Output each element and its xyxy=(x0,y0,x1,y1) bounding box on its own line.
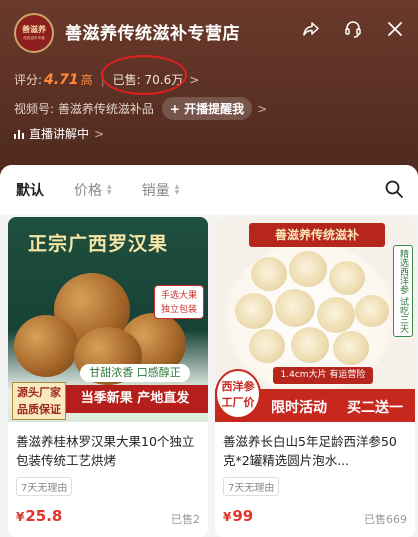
image-headline: 正宗广西罗汉果 xyxy=(28,233,169,255)
return-policy-tag: 7天无理由 xyxy=(223,477,280,496)
ginseng-slice xyxy=(289,251,327,287)
image-size-pill: 1.4cm大片 有运营险 xyxy=(273,367,373,384)
product-price: ¥25.8 xyxy=(16,507,62,525)
share-icon[interactable] xyxy=(300,18,322,40)
chevron-right-icon: > xyxy=(257,101,268,116)
ginseng-slice xyxy=(275,289,315,327)
store-name[interactable]: 善滋养传统滋补专营店 xyxy=(65,19,240,44)
badge-line: 独立包装 xyxy=(160,305,197,315)
price-value: 99 xyxy=(232,507,254,525)
product-title[interactable]: 善滋养桂林罗汉果大果10个独立包装传统工艺烘烤 xyxy=(16,432,202,470)
live-bars-icon xyxy=(14,129,24,139)
promo-text: 买二送一 xyxy=(347,400,403,416)
store-logo[interactable]: 善滋养 传统滋补专营 xyxy=(14,13,54,53)
product-image[interactable]: 善滋养传统滋补 精选西洋参 试吃三天 1.4cm大片 有运营险 西洋参 工厂价 … xyxy=(215,217,415,422)
ginseng-slice xyxy=(251,257,287,291)
tab-price[interactable]: 价格 ▲ ▼ xyxy=(74,180,112,200)
currency-symbol: ¥ xyxy=(223,510,232,524)
tab-default[interactable]: 默认 xyxy=(16,180,44,200)
close-icon[interactable] xyxy=(384,18,406,40)
sort-arrows-icon: ▲ ▼ xyxy=(174,183,180,196)
sort-arrows-icon: ▲ ▼ xyxy=(107,183,112,196)
tab-sales[interactable]: 销量 ▲ ▼ xyxy=(142,180,180,200)
header-actions xyxy=(300,18,406,40)
promo-text: 限时活动 xyxy=(271,400,327,416)
image-corner-badge: 源头厂家 品质保证 xyxy=(12,382,66,420)
product-sold-count: 已售2 xyxy=(171,513,200,526)
ginseng-slice xyxy=(291,327,329,363)
annotation-circle xyxy=(101,55,187,95)
image-side-tag: 精选西洋参 试吃三天 xyxy=(393,245,413,337)
ginseng-slice xyxy=(235,293,273,329)
chevron-right-icon: > xyxy=(189,72,200,87)
ginseng-slice xyxy=(317,297,355,333)
badge-line: 工厂价 xyxy=(221,396,255,409)
channel-row: 视频号: 善滋养传统滋补品 + 开播提醒我 > xyxy=(14,97,267,120)
ginseng-slice xyxy=(329,261,365,295)
ginseng-slice xyxy=(355,295,389,327)
product-card[interactable]: 善滋养传统滋补 精选西洋参 试吃三天 1.4cm大片 有运营险 西洋参 工厂价 … xyxy=(215,217,415,537)
currency-symbol: ¥ xyxy=(16,510,25,524)
badge-line: 手选大果 xyxy=(160,291,197,301)
live-label: 直播讲解中 xyxy=(29,127,90,141)
sort-tabs: 默认 价格 ▲ ▼ 销量 ▲ ▼ xyxy=(0,165,418,215)
fruit-graphic xyxy=(14,315,78,377)
product-title[interactable]: 善滋养长白山5年足龄西洋参50克*2罐精选圆片泡水... xyxy=(223,432,409,470)
product-sold-count: 已售669 xyxy=(364,513,407,526)
image-banner: 当季新果 产地直发 xyxy=(62,385,208,413)
customer-service-icon[interactable] xyxy=(342,18,364,40)
product-price: ¥99 xyxy=(223,507,253,525)
image-price-badge: 西洋参 工厂价 xyxy=(215,369,261,419)
logo-subtext: 传统滋补专营 xyxy=(23,35,45,40)
chevron-right-icon: > xyxy=(94,126,105,141)
tab-label: 默认 xyxy=(16,183,44,199)
product-image[interactable]: 正宗广西罗汉果 手选大果 独立包装 甘甜浓香 口感醇正 当季新果 产地直发 源头… xyxy=(8,217,208,422)
corner-line: 品质保证 xyxy=(17,403,61,416)
rating-label: 评分: xyxy=(14,73,43,87)
channel-label[interactable]: 视频号: 善滋养传统滋补品 xyxy=(14,100,154,117)
return-policy-tag: 7天无理由 xyxy=(16,477,73,496)
rating-level: 高 xyxy=(80,73,93,87)
image-top-banner: 善滋养传统滋补 xyxy=(249,223,385,247)
price-value: 25.8 xyxy=(25,507,63,525)
live-remind-button[interactable]: + 开播提醒我 xyxy=(161,97,253,120)
search-icon[interactable] xyxy=(384,179,404,203)
product-card[interactable]: 正宗广西罗汉果 手选大果 独立包装 甘甜浓香 口感醇正 当季新果 产地直发 源头… xyxy=(8,217,208,537)
ginseng-slice xyxy=(249,329,285,363)
tab-label: 价格 xyxy=(74,183,102,199)
rating-value: 4.71 xyxy=(44,71,79,88)
ginseng-slice xyxy=(333,331,369,365)
image-badge: 手选大果 独立包装 xyxy=(154,285,204,319)
corner-line: 源头厂家 xyxy=(17,386,61,399)
badge-line: 西洋参 xyxy=(221,380,255,393)
image-pill: 甘甜浓香 口感醇正 xyxy=(80,364,190,382)
tab-label: 销量 xyxy=(141,183,170,199)
store-header: 善滋养 传统滋补专营 善滋养传统滋补专营店 评分: 4.71 高 | 已售: 7… xyxy=(0,0,418,175)
logo-text: 善滋养 xyxy=(22,25,46,34)
live-status[interactable]: 直播讲解中 > xyxy=(14,125,104,142)
product-panel: 默认 价格 ▲ ▼ 销量 ▲ ▼ 正宗广西罗汉果 手选大果 独立包装 甘甜浓香 口感… xyxy=(0,165,418,537)
